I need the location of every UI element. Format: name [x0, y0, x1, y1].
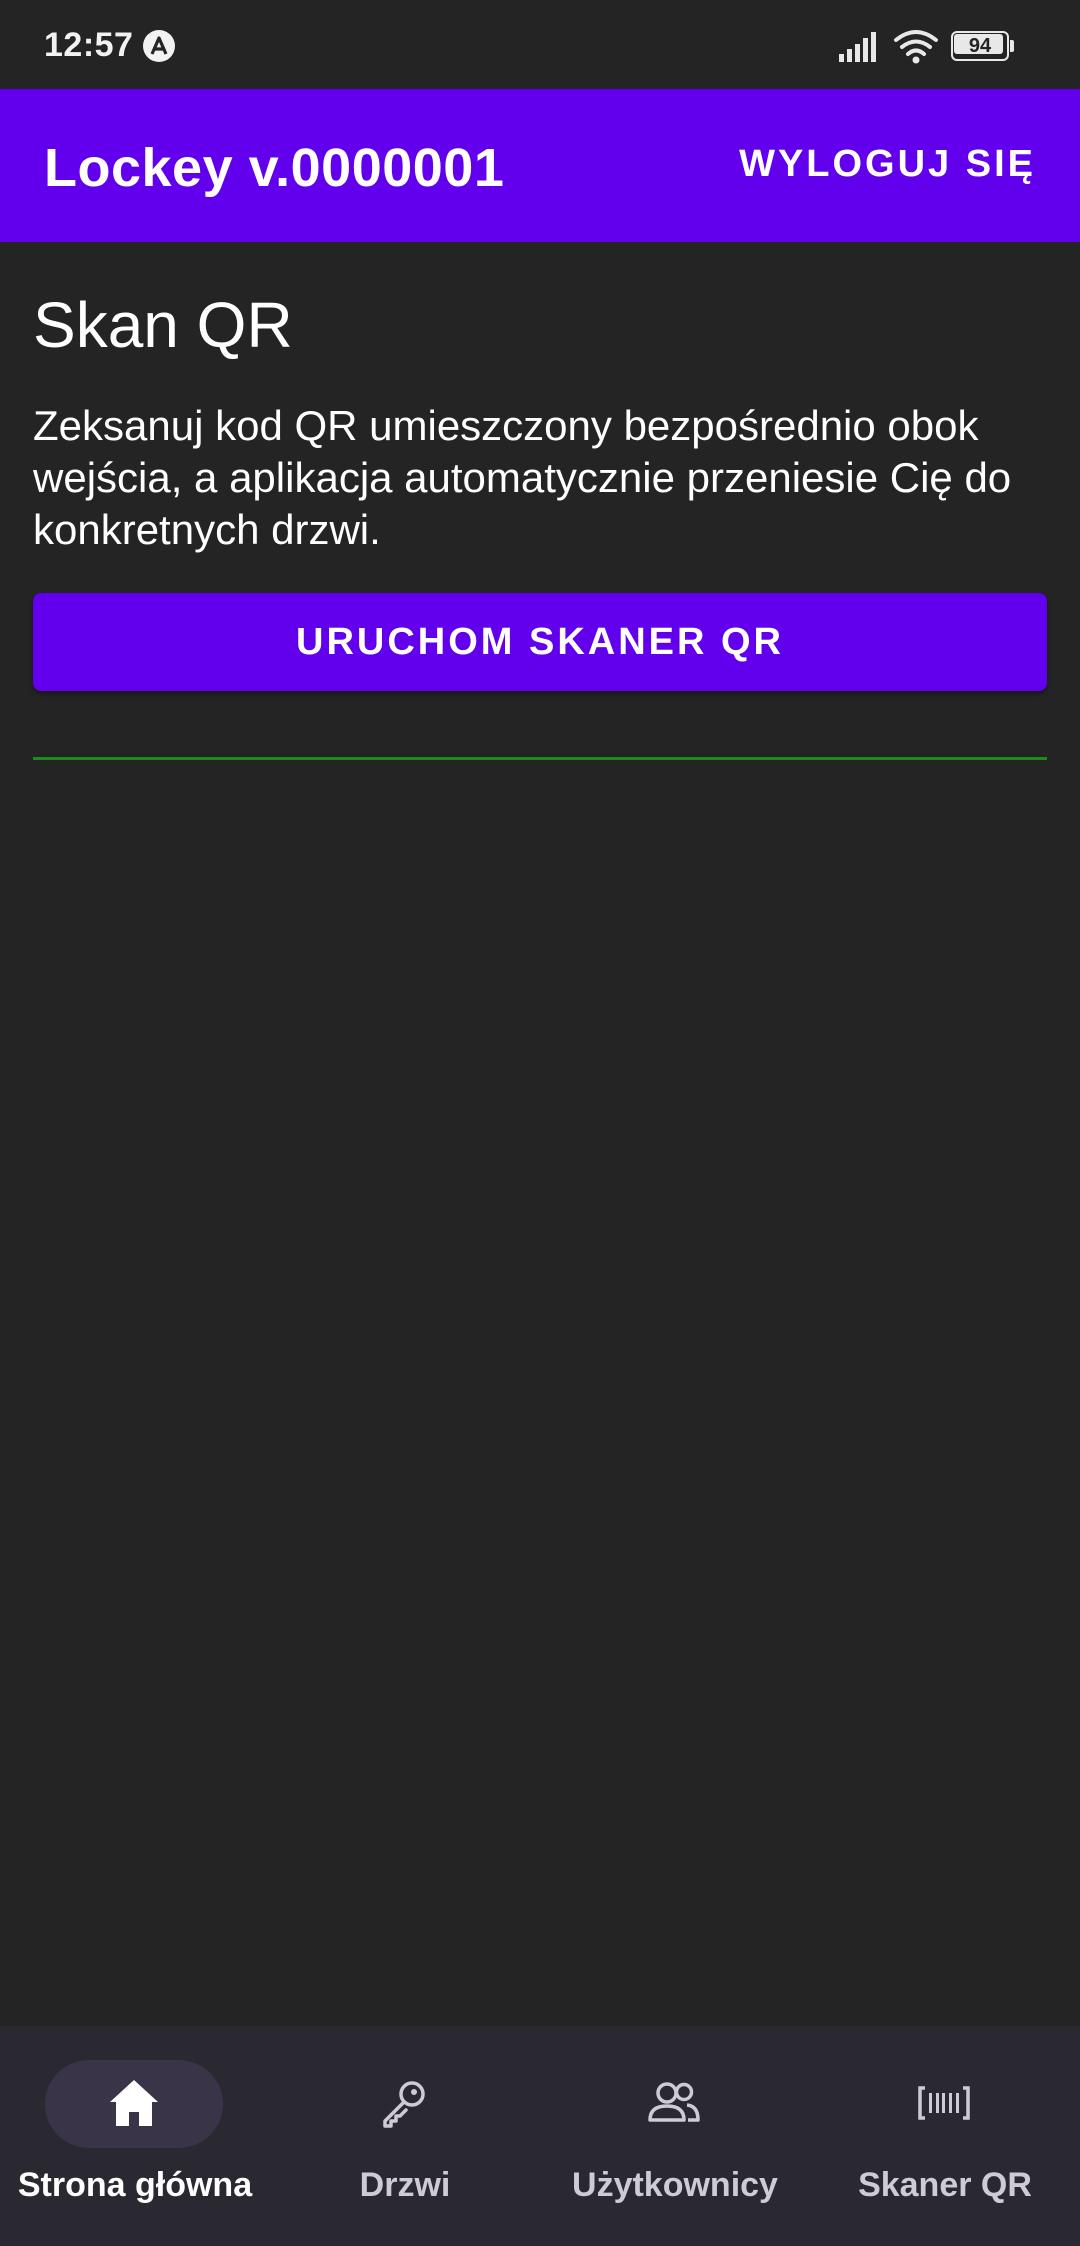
nav-label-doors: Drzwi [359, 2166, 451, 2204]
status-time: 12:57 [44, 26, 134, 64]
nav-label-users: Użytkownicy [572, 2166, 778, 2204]
status-bar: 12:57 94 [0, 0, 1080, 89]
nav-label-home: Strona główna [17, 2166, 253, 2204]
wifi-icon [894, 30, 938, 64]
app-bar: Lockey v.0000001 WYLOGUJ SIĘ [0, 89, 1080, 242]
page-title: Skan QR [33, 289, 293, 361]
notification-a-icon [143, 30, 175, 62]
key-icon [383, 2081, 425, 2128]
app-title: Lockey v.0000001 [44, 138, 505, 198]
bottom-navigation: Strona główna Drzwi Użytkownicy Skaner Q… [0, 2026, 1080, 2246]
nav-item-doors[interactable]: Drzwi [270, 2026, 540, 2246]
nav-item-home[interactable]: Strona główna [0, 2026, 270, 2246]
cellular-signal-icon [839, 32, 876, 62]
barcode-scanner-icon [918, 2086, 970, 2120]
home-icon [110, 2080, 158, 2126]
logout-button[interactable]: WYLOGUJ SIĘ [739, 143, 1036, 186]
battery-level: 94 [968, 35, 992, 57]
nav-item-qr-scanner[interactable]: Skaner QR [810, 2026, 1080, 2246]
nav-item-users[interactable]: Użytkownicy [540, 2026, 810, 2246]
nav-label-qr-scanner: Skaner QR [858, 2166, 1032, 2204]
start-qr-scanner-button[interactable]: URUCHOM SKANER QR [33, 593, 1047, 691]
divider [33, 757, 1047, 760]
users-icon [648, 2082, 700, 2122]
battery-indicator: 94 [951, 31, 1015, 61]
page-description: Zeksanuj kod QR umieszczony bezpośrednio… [33, 402, 1012, 553]
